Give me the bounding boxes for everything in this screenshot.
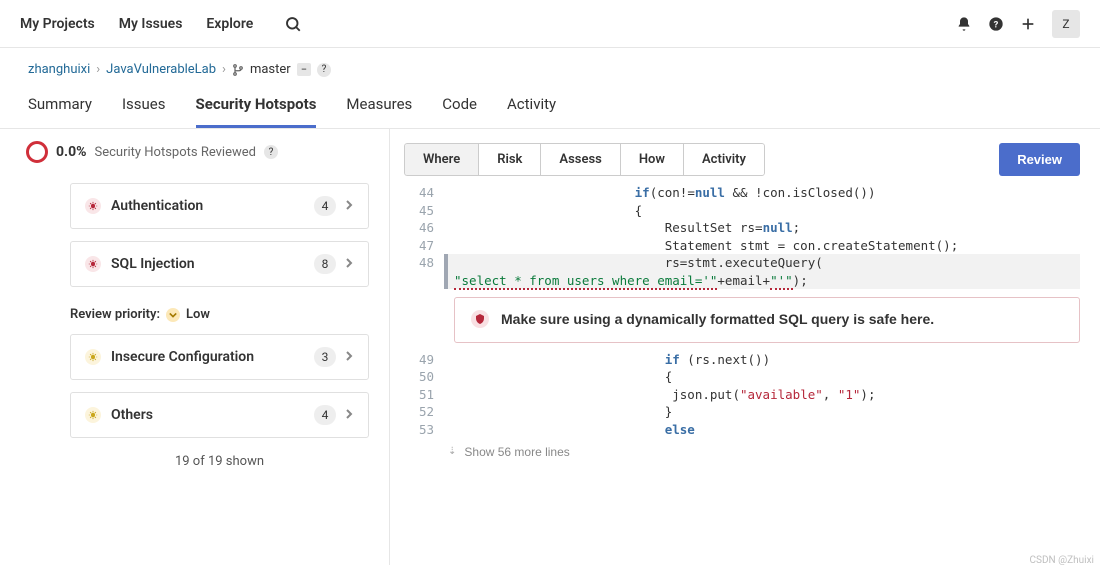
avatar[interactable]: Z	[1052, 10, 1080, 38]
bug-icon	[85, 256, 101, 272]
nav-my-projects[interactable]: My Projects	[20, 16, 95, 32]
project-subtabs: Summary Issues Security Hotspots Measures Co…	[0, 81, 1100, 129]
code-line: 44 if(con!=null && !con.isClosed())	[404, 184, 1080, 202]
segtab-assess[interactable]: Assess	[540, 143, 620, 176]
category-count: 4	[314, 405, 336, 425]
reviewed-help-icon[interactable]: ?	[264, 145, 278, 159]
chevron-right-icon	[344, 199, 354, 214]
breadcrumb-help-icon[interactable]: ?	[317, 63, 331, 77]
line-number: 47	[404, 237, 444, 255]
segtab-activity[interactable]: Activity	[683, 143, 765, 176]
category-insecure-configuration[interactable]: Insecure Configuration 3	[70, 334, 369, 380]
shown-count: 19 of 19 shown	[70, 454, 369, 469]
chevron-right-icon	[344, 257, 354, 272]
line-number: 46	[404, 219, 444, 237]
detail-tab-row: WhereRiskAssessHowActivity Review	[404, 143, 1080, 176]
search-icon[interactable]	[277, 8, 309, 40]
priority-header: Review priority: Low	[70, 307, 369, 322]
code-line: 51 json.put("available", "1");	[404, 386, 1080, 404]
breadcrumb-sep: ›	[222, 62, 226, 77]
code-line: "select * from users where email='"+emai…	[404, 272, 1080, 290]
line-number: 45	[404, 202, 444, 220]
nav-links: My Projects My Issues Explore	[20, 8, 309, 40]
category-label: Others	[111, 407, 314, 423]
code-line: 45 {	[404, 202, 1080, 220]
subtab-summary[interactable]: Summary	[28, 95, 92, 128]
line-number: 50	[404, 368, 444, 386]
bug-icon	[85, 349, 101, 365]
breadcrumb-project[interactable]: JavaVulnerableLab	[106, 62, 216, 77]
category-label: SQL Injection	[111, 256, 314, 272]
top-nav: My Projects My Issues Explore ? Z	[0, 0, 1100, 48]
code-line: 50 {	[404, 368, 1080, 386]
reviewed-label: Security Hotspots Reviewed	[94, 145, 256, 160]
code-line: 48 rs=stmt.executeQuery(	[404, 254, 1080, 272]
code-line: 52 }	[404, 403, 1080, 421]
issue-message-text: Make sure using a dynamically formatted …	[501, 310, 934, 330]
reviewed-percent: 0.0%	[56, 144, 86, 160]
help-icon[interactable]: ?	[980, 8, 1012, 40]
breadcrumb-sep: ›	[96, 62, 100, 77]
subtab-activity[interactable]: Activity	[507, 95, 556, 128]
breadcrumb: zhanghuixi › JavaVulnerableLab › master …	[0, 48, 1100, 81]
main-content: 0.0% Security Hotspots Reviewed ? Authen…	[0, 129, 1100, 565]
segtab-how[interactable]: How	[620, 143, 684, 176]
code-line: 47 Statement stmt = con.createStatement(…	[404, 237, 1080, 255]
line-number: 53	[404, 421, 444, 439]
line-number: 51	[404, 386, 444, 404]
breadcrumb-owner[interactable]: zhanghuixi	[28, 62, 90, 77]
breadcrumb-branch[interactable]: master	[250, 62, 291, 77]
segtab-risk[interactable]: Risk	[478, 143, 541, 176]
issue-message-box[interactable]: Make sure using a dynamically formatted …	[454, 297, 1080, 343]
nav-my-issues[interactable]: My Issues	[119, 16, 183, 32]
plus-icon[interactable]	[1012, 8, 1044, 40]
code-line: 46 ResultSet rs=null;	[404, 219, 1080, 237]
code-snippet: 44 if(con!=null && !con.isClosed())45 {4…	[404, 184, 1080, 555]
reviewed-summary: 0.0% Security Hotspots Reviewed ?	[20, 141, 369, 163]
line-number: 44	[404, 184, 444, 202]
bug-icon	[85, 198, 101, 214]
nav-explore[interactable]: Explore	[206, 16, 253, 32]
reviewed-progress-icon	[26, 141, 48, 163]
show-more-lines[interactable]: ⇣Show 56 more lines	[404, 438, 1080, 467]
line-number: 52	[404, 403, 444, 421]
chevron-right-icon	[344, 350, 354, 365]
category-count: 3	[314, 347, 336, 367]
hotspot-detail: WhereRiskAssessHowActivity Review 44 if(…	[390, 129, 1100, 565]
expand-icon: ⇣	[448, 445, 456, 459]
category-sql-injection[interactable]: SQL Injection 8	[70, 241, 369, 287]
code-line: 53 else	[404, 421, 1080, 439]
branch-icon	[232, 63, 244, 77]
category-label: Insecure Configuration	[111, 349, 314, 365]
priority-label: Review priority:	[70, 307, 160, 322]
line-number	[404, 272, 444, 290]
subtab-code[interactable]: Code	[442, 95, 477, 128]
priority-value: Low	[186, 307, 210, 322]
line-number: 49	[404, 351, 444, 369]
category-label: Authentication	[111, 198, 314, 214]
category-others[interactable]: Others 4	[70, 392, 369, 438]
hotspots-sidebar: 0.0% Security Hotspots Reviewed ? Authen…	[0, 129, 390, 565]
notifications-icon[interactable]	[948, 8, 980, 40]
detail-seg-tabs: WhereRiskAssessHowActivity	[404, 143, 765, 176]
subtab-security-hotspots[interactable]: Security Hotspots	[196, 95, 317, 128]
subtab-measures[interactable]: Measures	[346, 95, 412, 128]
subtab-issues[interactable]: Issues	[122, 95, 166, 128]
category-authentication[interactable]: Authentication 4	[70, 183, 369, 229]
review-button[interactable]: Review	[999, 143, 1080, 176]
chevron-right-icon	[344, 408, 354, 423]
svg-text:?: ?	[994, 19, 999, 30]
bug-icon	[85, 407, 101, 423]
chevron-down-icon	[166, 308, 180, 322]
category-count: 4	[314, 196, 336, 216]
line-number: 48	[404, 254, 444, 272]
segtab-where[interactable]: Where	[404, 143, 479, 176]
expand-toggle[interactable]: −	[297, 63, 311, 76]
code-line: 49 if (rs.next())	[404, 351, 1080, 369]
shield-bug-icon	[471, 310, 489, 328]
category-count: 8	[314, 254, 336, 274]
